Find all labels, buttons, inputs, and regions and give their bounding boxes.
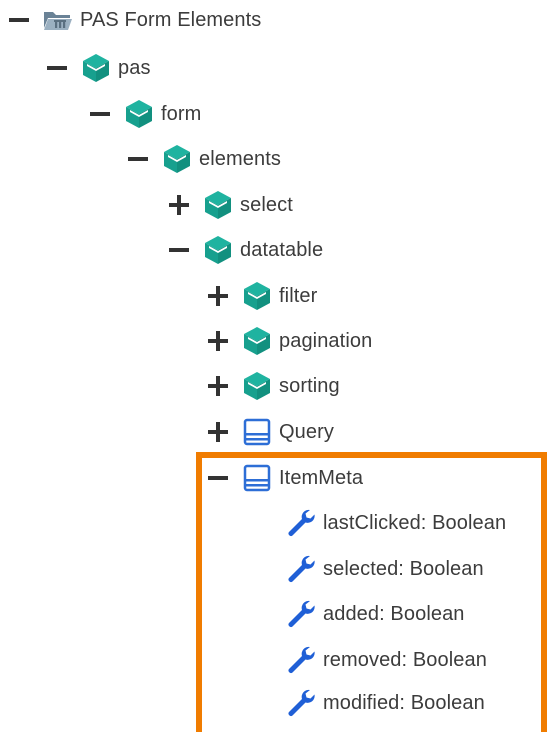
expand-toggle[interactable] bbox=[205, 283, 231, 309]
expand-toggle[interactable] bbox=[205, 419, 231, 445]
class-icon bbox=[241, 416, 273, 448]
package-icon bbox=[241, 370, 273, 402]
folder-icon bbox=[42, 4, 74, 36]
collapse-toggle[interactable] bbox=[44, 55, 70, 81]
package-icon bbox=[123, 98, 155, 130]
expand-toggle[interactable] bbox=[205, 373, 231, 399]
node-label: PAS Form Elements bbox=[80, 8, 262, 31]
tree-node-pagination[interactable]: pagination bbox=[205, 321, 372, 361]
node-label: elements bbox=[199, 147, 281, 170]
node-label: datatable bbox=[240, 238, 324, 261]
tree-node-pas[interactable]: pas bbox=[44, 48, 151, 88]
expand-toggle[interactable] bbox=[166, 192, 192, 218]
node-label: Query bbox=[279, 420, 334, 443]
tree-node-query[interactable]: Query bbox=[205, 412, 334, 452]
node-label: pas bbox=[118, 56, 151, 79]
package-icon bbox=[241, 325, 273, 357]
highlight-box bbox=[196, 452, 547, 732]
node-label: select bbox=[240, 193, 293, 216]
collapse-toggle[interactable] bbox=[87, 101, 113, 127]
tree-node-pas-form-elements[interactable]: PAS Form Elements bbox=[6, 0, 261, 40]
node-label: pagination bbox=[279, 329, 373, 352]
package-icon bbox=[202, 234, 234, 266]
node-label: filter bbox=[279, 284, 318, 307]
tree-node-filter[interactable]: filter bbox=[205, 276, 317, 316]
tree-node-select[interactable]: select bbox=[166, 185, 293, 225]
package-icon bbox=[202, 189, 234, 221]
collapse-toggle[interactable] bbox=[125, 146, 151, 172]
tree-node-sorting[interactable]: sorting bbox=[205, 366, 340, 406]
node-label: form bbox=[161, 102, 202, 125]
tree-node-elements[interactable]: elements bbox=[125, 139, 281, 179]
collapse-toggle[interactable] bbox=[6, 7, 32, 33]
tree-node-datatable[interactable]: datatable bbox=[166, 230, 323, 270]
package-icon bbox=[241, 280, 273, 312]
expand-toggle[interactable] bbox=[205, 328, 231, 354]
collapse-toggle[interactable] bbox=[166, 237, 192, 263]
package-icon bbox=[161, 143, 193, 175]
tree-node-form[interactable]: form bbox=[87, 94, 201, 134]
node-label: sorting bbox=[279, 374, 340, 397]
package-icon bbox=[80, 52, 112, 84]
